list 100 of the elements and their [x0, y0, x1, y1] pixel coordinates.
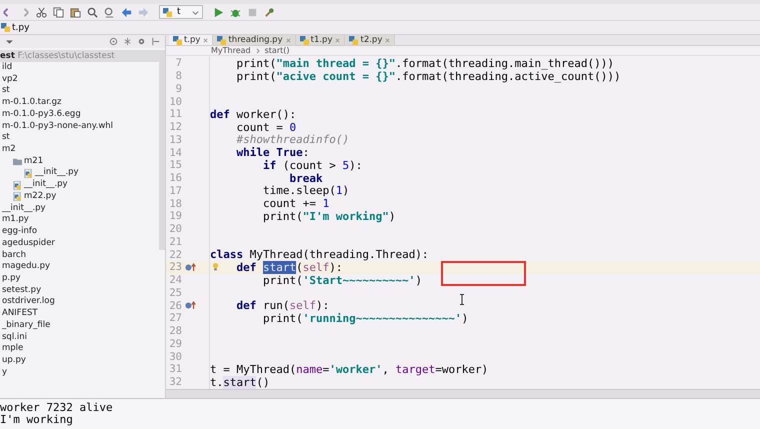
tree-item[interactable]: ANIFEST [2, 308, 38, 320]
line-number: 19 [168, 210, 182, 222]
line-number: 16 [168, 172, 182, 184]
line-number: 9 [174, 82, 182, 95]
line-number: 21 [168, 236, 182, 248]
tree-item[interactable]: m22.py [24, 190, 56, 203]
file-breadcrumb[interactable]: t.py [0, 22, 38, 34]
override-icon[interactable] [185, 262, 197, 272]
tree-item[interactable]: st [2, 85, 10, 98]
tree-item[interactable]: st [2, 132, 10, 144]
code-line: t.start() [210, 376, 270, 389]
line-number: 29 [168, 338, 182, 350]
tree-item[interactable]: ild [2, 62, 12, 74]
tree-item[interactable]: _binary_file [2, 320, 50, 332]
line-number: 15 [168, 159, 182, 172]
tree-item[interactable]: barch [2, 250, 26, 262]
line-number: 27 [168, 312, 182, 324]
run-configuration-dropdown[interactable]: t [159, 5, 203, 19]
close-icon[interactable] [335, 38, 340, 42]
line-number: 24 [168, 274, 182, 286]
override-icon[interactable] [185, 301, 197, 310]
console-output: I'm working [0, 414, 74, 426]
tree-item[interactable]: est F:\classes\stu\classtest [0, 50, 160, 62]
tree-item[interactable]: m21 [24, 156, 44, 168]
line-number: 7 [174, 57, 182, 70]
tree-item[interactable]: m2 [2, 144, 16, 156]
tree-item[interactable]: m-0.1.0-py3.6.egg [2, 108, 81, 121]
tree-item[interactable]: ageduspider [2, 238, 55, 250]
line-number: 20 [168, 223, 182, 236]
line-number: 25 [168, 286, 182, 299]
horizontal-scrollbar[interactable] [166, 388, 760, 398]
code-line: #showthreadinfo() [235, 133, 350, 146]
line-number: 32 [168, 376, 182, 388]
editor-tab[interactable]: t.py [169, 35, 214, 45]
code-line: count = 0 [235, 120, 296, 134]
close-icon[interactable] [203, 38, 208, 42]
code-line: print('running~~~~~~~~~~~~~~~') [262, 312, 468, 325]
search-icon[interactable] [87, 6, 98, 18]
python-file-icon [24, 168, 33, 178]
paste-icon[interactable] [70, 6, 81, 18]
caret-icon [192, 8, 199, 16]
tree-item[interactable]: ostdriver.log [2, 296, 55, 308]
close-icon[interactable] [286, 38, 291, 42]
tree-item[interactable]: p.py [2, 272, 21, 285]
tree-item[interactable]: mple [2, 343, 24, 355]
editor-tab[interactable]: t1.py [296, 35, 346, 45]
python-file-icon [217, 36, 226, 44]
python-file-icon [300, 36, 309, 44]
code-line: def start(self): [235, 260, 342, 274]
tree-item[interactable]: setest.py [2, 284, 42, 296]
line-number: 26 [168, 300, 182, 312]
folder-icon [13, 157, 22, 166]
breadcrumb-item[interactable]: MyThread [211, 46, 251, 55]
line-number: 18 [168, 198, 182, 210]
code-line: print("I'm working") [262, 210, 396, 223]
editor-tab[interactable]: threading.py [213, 35, 296, 45]
line-number: 17 [168, 184, 182, 197]
text-cursor-icon [459, 294, 465, 305]
code-line: class MyThread(threading.Thread): [210, 248, 429, 262]
tree-item[interactable]: __init__.py [35, 167, 79, 180]
breadcrumb-item[interactable]: start() [264, 46, 290, 55]
tree-item[interactable]: m-0.1.0-py3-none-any.whl [2, 120, 114, 132]
python-file-icon [13, 192, 22, 202]
line-number: 23 [168, 261, 182, 274]
cut-icon[interactable] [36, 6, 47, 18]
tree-item[interactable]: vp2 [2, 74, 18, 86]
python-file-icon [13, 180, 22, 190]
line-number: 13 [168, 134, 182, 146]
run-icon[interactable] [213, 6, 224, 18]
tree-item[interactable]: sql.ini [2, 332, 27, 344]
tree-item[interactable]: __init__.py [2, 202, 46, 214]
tree-item[interactable]: y [2, 366, 8, 378]
line-number: 30 [168, 350, 182, 363]
python-file-icon [349, 36, 358, 44]
code-line: while True: [235, 146, 310, 160]
line-number: 12 [168, 121, 182, 134]
lightbulb-icon[interactable] [212, 262, 219, 271]
tree-item[interactable]: m-0.1.0.tar.gz [2, 97, 62, 109]
python-file-icon [1, 23, 10, 32]
tree-item[interactable]: up.py [2, 354, 26, 367]
line-number: 8 [174, 70, 182, 82]
python-file-icon [173, 36, 182, 44]
code-line: count += 1 [262, 197, 330, 210]
tree-item[interactable]: egg-info [2, 226, 38, 238]
scrollbar[interactable] [159, 50, 165, 250]
code-line: print('Start~~~~~~~~~~') [262, 274, 422, 287]
code-line: def worker(): [210, 108, 296, 121]
code-line: break [288, 172, 323, 185]
copy-icon[interactable] [53, 6, 64, 18]
code-line: print("main thread = {}".format(threading.main_thread())) [235, 56, 614, 70]
hide-panel-icon[interactable] [151, 37, 160, 46]
target-icon[interactable] [109, 37, 118, 46]
editor-tab[interactable]: t2.py [345, 35, 396, 45]
close-icon[interactable] [385, 38, 390, 42]
back-icon[interactable] [121, 6, 132, 18]
tree-item[interactable]: m1.py [2, 214, 29, 226]
tree-item[interactable]: __init__.py [24, 179, 68, 191]
tree-item[interactable]: magedu.py [2, 261, 50, 273]
line-number: 28 [168, 325, 182, 338]
code-line: def run(self): [235, 299, 330, 312]
